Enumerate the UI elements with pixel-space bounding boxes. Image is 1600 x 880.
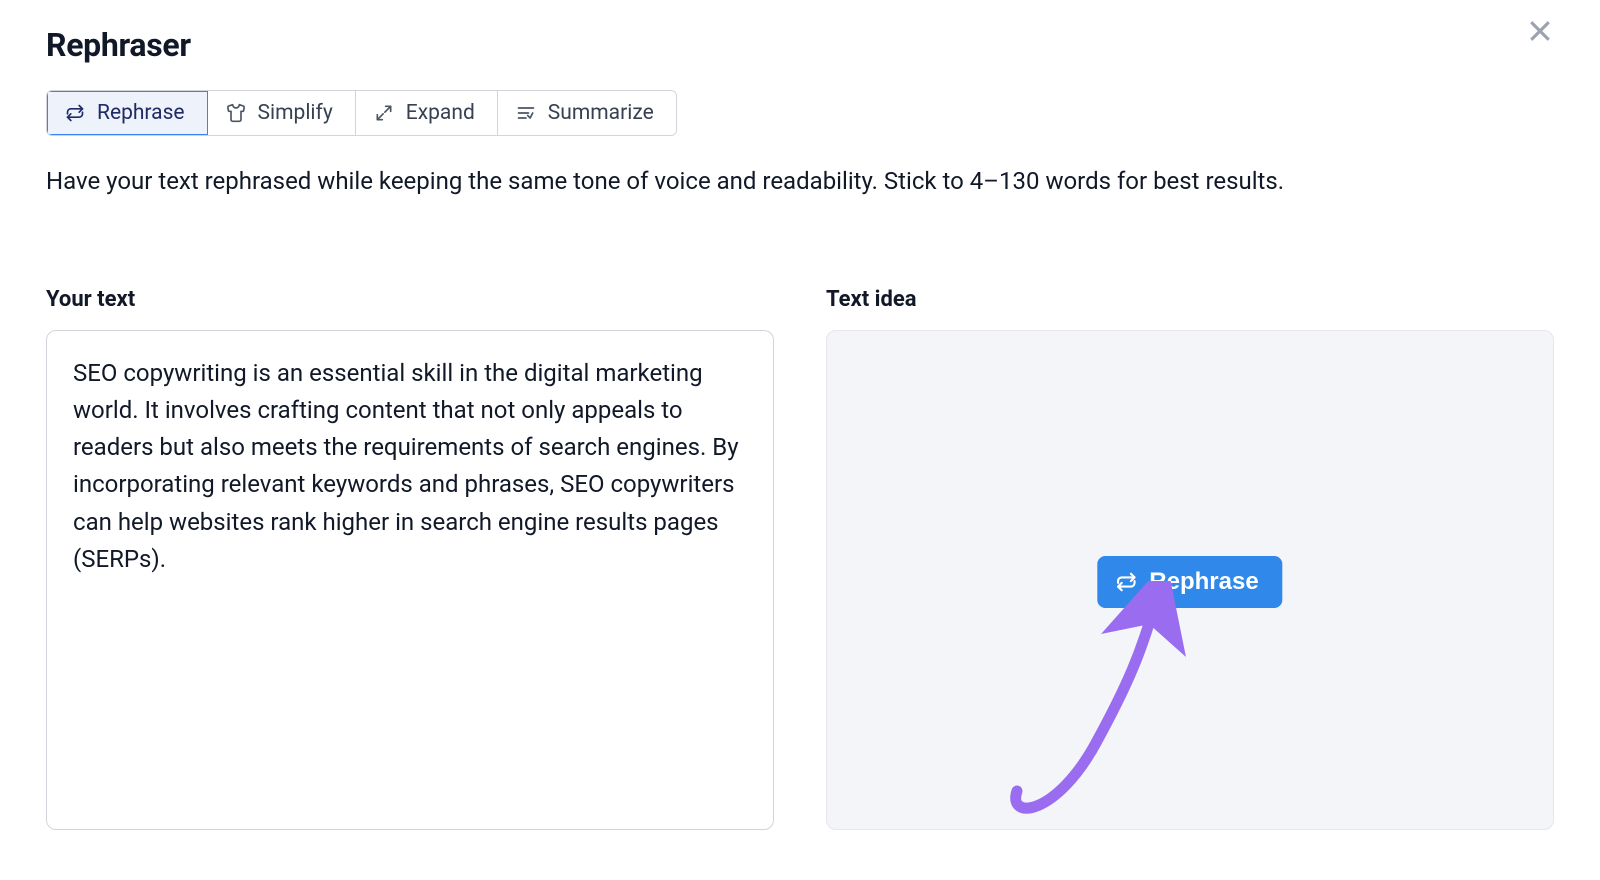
output-panel: Rephrase [826,330,1554,830]
annotation-arrow-icon [987,581,1217,831]
input-column: Your text [46,287,774,834]
tab-label: Simplify [258,101,333,125]
tab-simplify[interactable]: Simplify [208,91,356,135]
mode-tabbar: Rephrase Simplify Expand [46,90,677,136]
output-label: Text idea [826,287,1554,312]
rephrase-button-label: Rephrase [1149,568,1258,596]
source-text-input[interactable] [46,330,774,830]
rephrase-icon [1115,571,1137,593]
input-label: Your text [46,287,774,312]
shirt-icon [226,103,246,123]
rephrase-button[interactable]: Rephrase [1097,556,1282,608]
page-title: Rephraser [46,26,1554,64]
close-button[interactable] [1520,12,1560,52]
expand-icon [374,103,394,123]
tab-summarize[interactable]: Summarize [498,91,676,135]
rephrase-icon [65,103,85,123]
tab-rephrase[interactable]: Rephrase [47,91,208,135]
output-column: Text idea Rephrase [826,287,1554,834]
tab-label: Rephrase [97,101,185,125]
tab-label: Summarize [548,101,654,125]
close-icon [1525,16,1555,49]
summarize-icon [516,103,536,123]
mode-description: Have your text rephrased while keeping t… [46,164,1546,199]
tab-label: Expand [406,101,475,125]
tab-expand[interactable]: Expand [356,91,498,135]
